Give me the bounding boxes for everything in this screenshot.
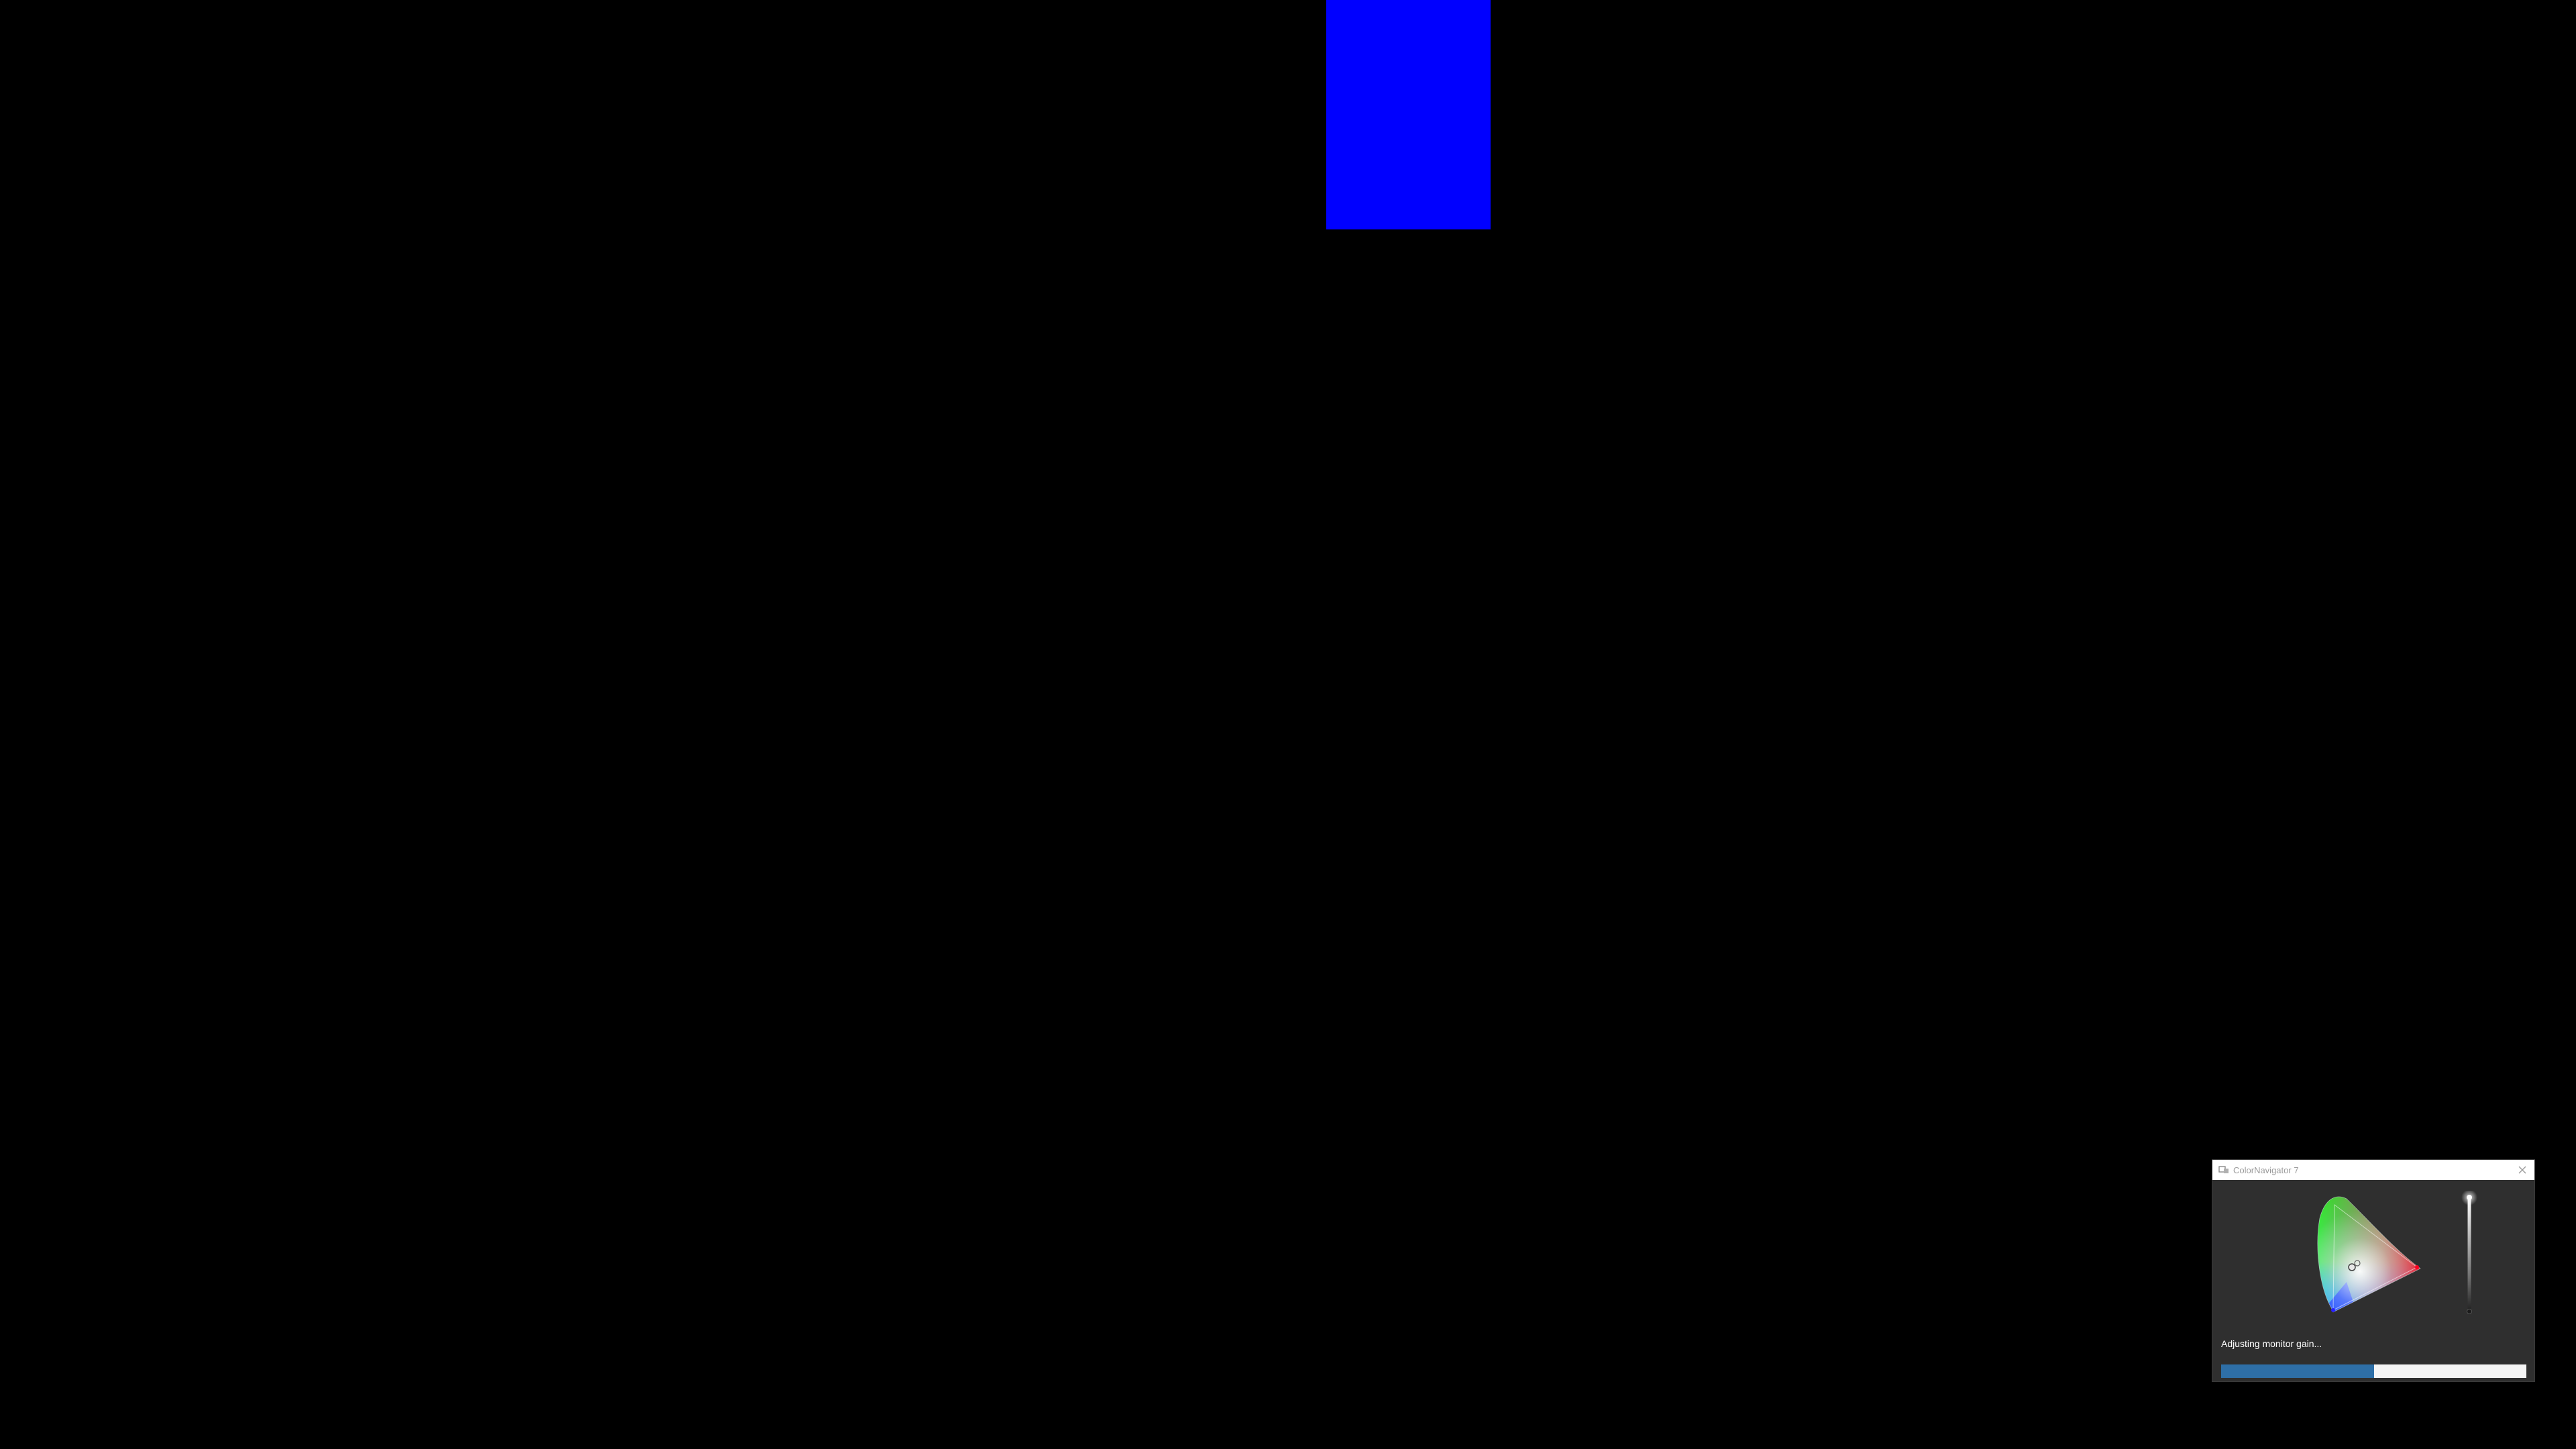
calibration-color-patch: [1326, 0, 1491, 229]
progress-bar: [2221, 1364, 2526, 1378]
window-title: ColorNavigator 7: [2233, 1165, 2299, 1175]
colornavigator-app-icon: [2218, 1164, 2230, 1176]
color-gamut-diagram: [2317, 1196, 2421, 1313]
progress-bar-fill: [2221, 1364, 2374, 1378]
window-titlebar[interactable]: ColorNavigator 7: [2212, 1160, 2534, 1180]
close-icon: [2518, 1166, 2526, 1174]
colornavigator-window: ColorNavigator 7 Adjusting monitor gain.…: [2212, 1160, 2534, 1381]
luminance-indicator: [2461, 1191, 2477, 1314]
status-text: Adjusting monitor gain...: [2221, 1338, 2322, 1349]
calibration-screen: ColorNavigator 7 Adjusting monitor gain.…: [0, 0, 2576, 1449]
close-button[interactable]: [2516, 1163, 2529, 1177]
window-body: Adjusting monitor gain...: [2212, 1180, 2534, 1381]
